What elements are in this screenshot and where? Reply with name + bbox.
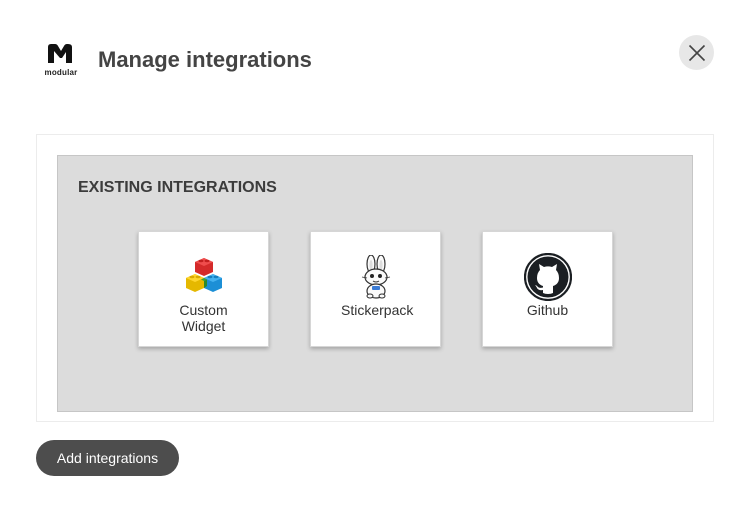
- integration-label: Stickerpack: [341, 302, 414, 318]
- existing-integrations-panel: EXISTING INTEGRATIONS Custom Widget Stic…: [57, 155, 693, 412]
- section-heading: EXISTING INTEGRATIONS: [78, 179, 277, 196]
- logo-text: modular: [44, 68, 78, 77]
- integration-label: Github: [526, 302, 569, 318]
- integration-card-stickerpack[interactable]: Stickerpack: [310, 231, 441, 347]
- integration-card-github[interactable]: Github: [482, 231, 613, 347]
- modular-logo: modular: [40, 43, 82, 79]
- close-button[interactable]: [679, 35, 714, 70]
- github-octocat-icon: [523, 253, 572, 301]
- close-icon: [688, 44, 705, 61]
- integration-card-custom-widget[interactable]: Custom Widget: [138, 231, 269, 347]
- manage-integrations-dialog: modular Manage integrations EXISTING INT…: [0, 0, 750, 513]
- page-title: Manage integrations: [98, 47, 312, 72]
- integrations-container: EXISTING INTEGRATIONS Custom Widget Stic…: [36, 134, 714, 422]
- modular-logo-icon: [48, 44, 72, 63]
- add-integrations-button[interactable]: Add integrations: [36, 440, 179, 476]
- lego-blocks-icon: [180, 253, 228, 301]
- bunny-sticker-icon: [352, 253, 400, 301]
- integration-label: Custom Widget: [179, 302, 228, 334]
